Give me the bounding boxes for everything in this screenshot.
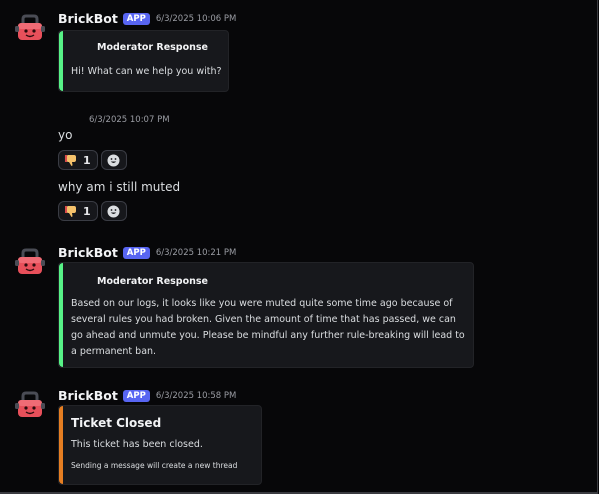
author-name[interactable]: BrickBot <box>58 388 118 403</box>
brickbot-avatar[interactable] <box>14 389 46 419</box>
embed-description: This ticket has been closed. <box>71 439 203 450</box>
app-badge: APP <box>122 12 150 25</box>
reaction-count: 1 <box>83 153 91 167</box>
reaction-thumbs-down[interactable]: 1 <box>58 150 98 170</box>
embed: Ticket Closed This ticket has been close… <box>58 405 262 485</box>
message-text: yo <box>58 128 73 142</box>
embed-color-bar <box>59 263 63 367</box>
brickbot-avatar[interactable] <box>14 246 46 276</box>
message-timestamp[interactable]: 6/3/2025 10:06 PM <box>156 14 237 24</box>
embed-author: Moderator Response <box>97 276 208 287</box>
embed-color-bar <box>59 406 63 484</box>
thumbs-down-icon <box>64 155 76 166</box>
embed-description: Hi! What can we help you with? <box>71 66 222 77</box>
app-badge: APP <box>122 389 150 402</box>
message-timestamp[interactable]: 6/3/2025 10:58 PM <box>156 391 237 401</box>
embed: Moderator Response Based on our logs, it… <box>58 262 474 368</box>
add-reaction-button[interactable] <box>100 150 127 170</box>
embed-author: Moderator Response <box>97 42 208 53</box>
embed-footer: Sending a message will create a new thre… <box>71 461 238 470</box>
reactions-row: 1 <box>58 201 127 221</box>
embed-description: Based on our logs, it looks like you wer… <box>71 298 465 357</box>
smiley-icon <box>107 205 120 217</box>
chat-window: BrickBot APP 6/3/2025 10:06 PM Moderator… <box>0 0 598 494</box>
author-name[interactable]: BrickBot <box>58 245 118 260</box>
toolbox-icon <box>15 391 45 417</box>
message-timestamp[interactable]: 6/3/2025 10:07 PM <box>89 115 170 125</box>
thumbs-down-icon <box>65 206 76 217</box>
reaction-thumbs-down[interactable]: 1 <box>58 201 98 221</box>
author-name[interactable]: BrickBot <box>58 11 118 26</box>
brickbot-avatar[interactable] <box>14 12 46 42</box>
toolbox-icon <box>15 14 45 40</box>
message-text: why am i still muted <box>58 180 181 194</box>
reaction-count: 1 <box>83 204 91 218</box>
toolbox-icon <box>15 248 45 274</box>
smiley-icon <box>107 154 120 166</box>
embed-color-bar <box>59 31 63 91</box>
add-reaction-button[interactable] <box>100 201 127 221</box>
reactions-row: 1 <box>58 150 127 170</box>
embed-title: Ticket Closed <box>71 416 162 430</box>
app-badge: APP <box>122 246 150 259</box>
message-timestamp[interactable]: 6/3/2025 10:21 PM <box>156 248 237 258</box>
embed: Moderator Response Hi! What can we help … <box>58 30 229 92</box>
